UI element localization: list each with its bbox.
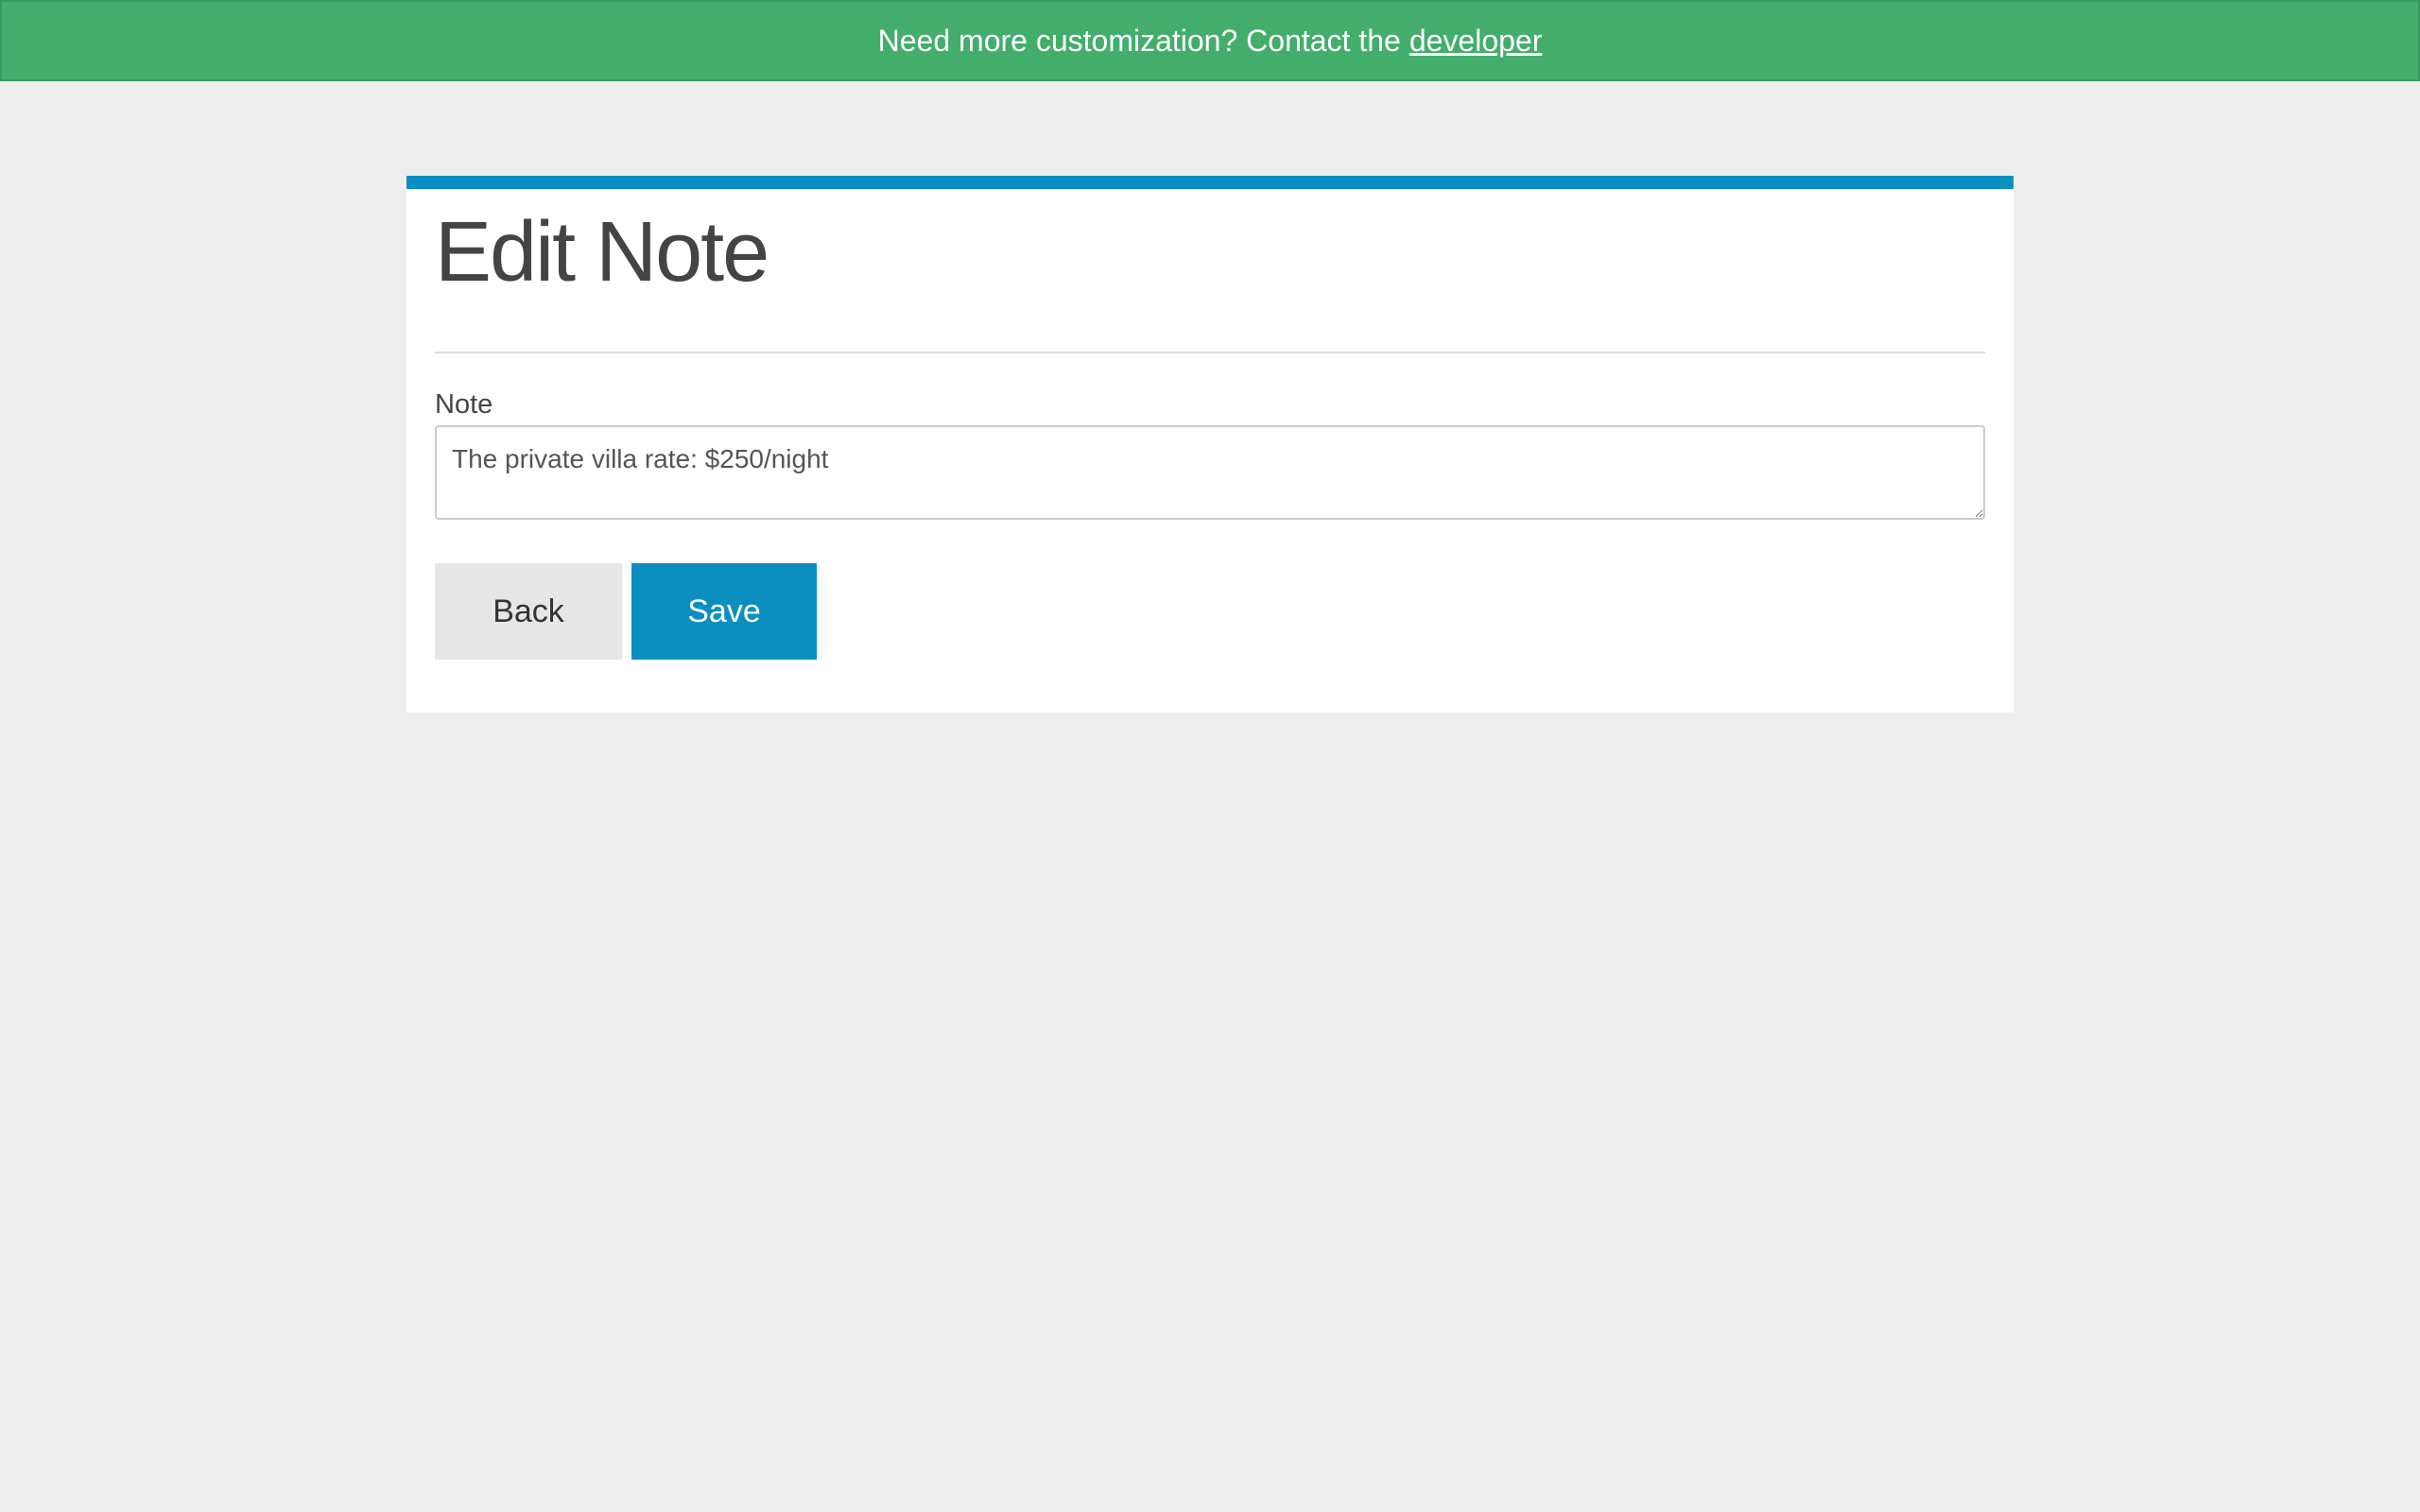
page-title: Edit Note [435, 205, 769, 300]
note-label: Note [435, 389, 493, 420]
banner-text: Need more customization? Contact the [877, 23, 1401, 58]
save-button[interactable]: Save [631, 563, 817, 660]
promo-banner: Need more customization? Contact the dev… [0, 0, 2420, 81]
edit-note-card: Edit Note Note The private villa rate: $… [406, 176, 2014, 713]
note-textarea[interactable]: The private villa rate: $250/night [435, 425, 1985, 520]
title-divider [435, 352, 1985, 353]
developer-link[interactable]: developer [1409, 24, 1543, 59]
back-button[interactable]: Back [435, 563, 622, 660]
